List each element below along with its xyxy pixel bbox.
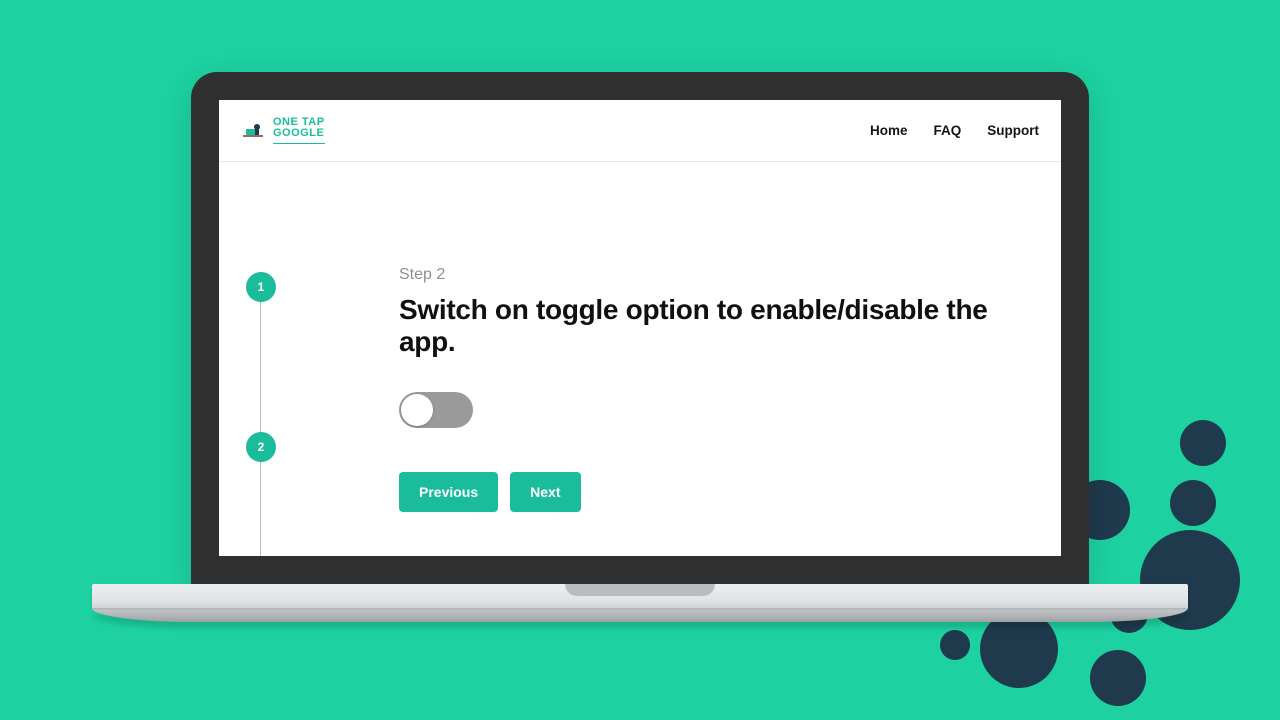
logo-icon xyxy=(241,119,265,143)
step-indicator-2[interactable]: 2 xyxy=(246,432,276,462)
step-number: 1 xyxy=(258,280,265,294)
laptop-frame: ONE TAP GOOGLE Home FAQ Support 1 xyxy=(191,72,1089,632)
step-instruction: Switch on toggle option to enable/disabl… xyxy=(399,294,1031,358)
step-number: 2 xyxy=(258,440,265,454)
main-nav: Home FAQ Support xyxy=(870,123,1039,138)
logo-text: ONE TAP GOOGLE xyxy=(273,117,325,144)
step-content: Step 2 Switch on toggle option to enable… xyxy=(289,162,1061,556)
laptop-bezel: ONE TAP GOOGLE Home FAQ Support 1 xyxy=(191,72,1089,584)
app-header: ONE TAP GOOGLE Home FAQ Support xyxy=(219,100,1061,162)
button-row: Previous Next xyxy=(399,472,1031,512)
toggle-knob xyxy=(401,394,433,426)
enable-toggle[interactable] xyxy=(399,392,473,428)
nav-support[interactable]: Support xyxy=(987,123,1039,138)
stepper: 1 2 xyxy=(219,162,289,556)
laptop-notch xyxy=(565,584,715,596)
logo-line2: GOOGLE xyxy=(273,128,325,139)
logo[interactable]: ONE TAP GOOGLE xyxy=(241,117,325,144)
stepper-line xyxy=(260,282,261,556)
step-label: Step 2 xyxy=(399,266,1031,284)
app-screen: ONE TAP GOOGLE Home FAQ Support 1 xyxy=(219,100,1061,556)
next-button[interactable]: Next xyxy=(510,472,580,512)
nav-faq[interactable]: FAQ xyxy=(933,123,961,138)
previous-button[interactable]: Previous xyxy=(399,472,498,512)
main-content: 1 2 Step 2 Switch on toggle option to en… xyxy=(219,162,1061,556)
step-indicator-1[interactable]: 1 xyxy=(246,272,276,302)
laptop-base xyxy=(92,584,1188,632)
nav-home[interactable]: Home xyxy=(870,123,908,138)
